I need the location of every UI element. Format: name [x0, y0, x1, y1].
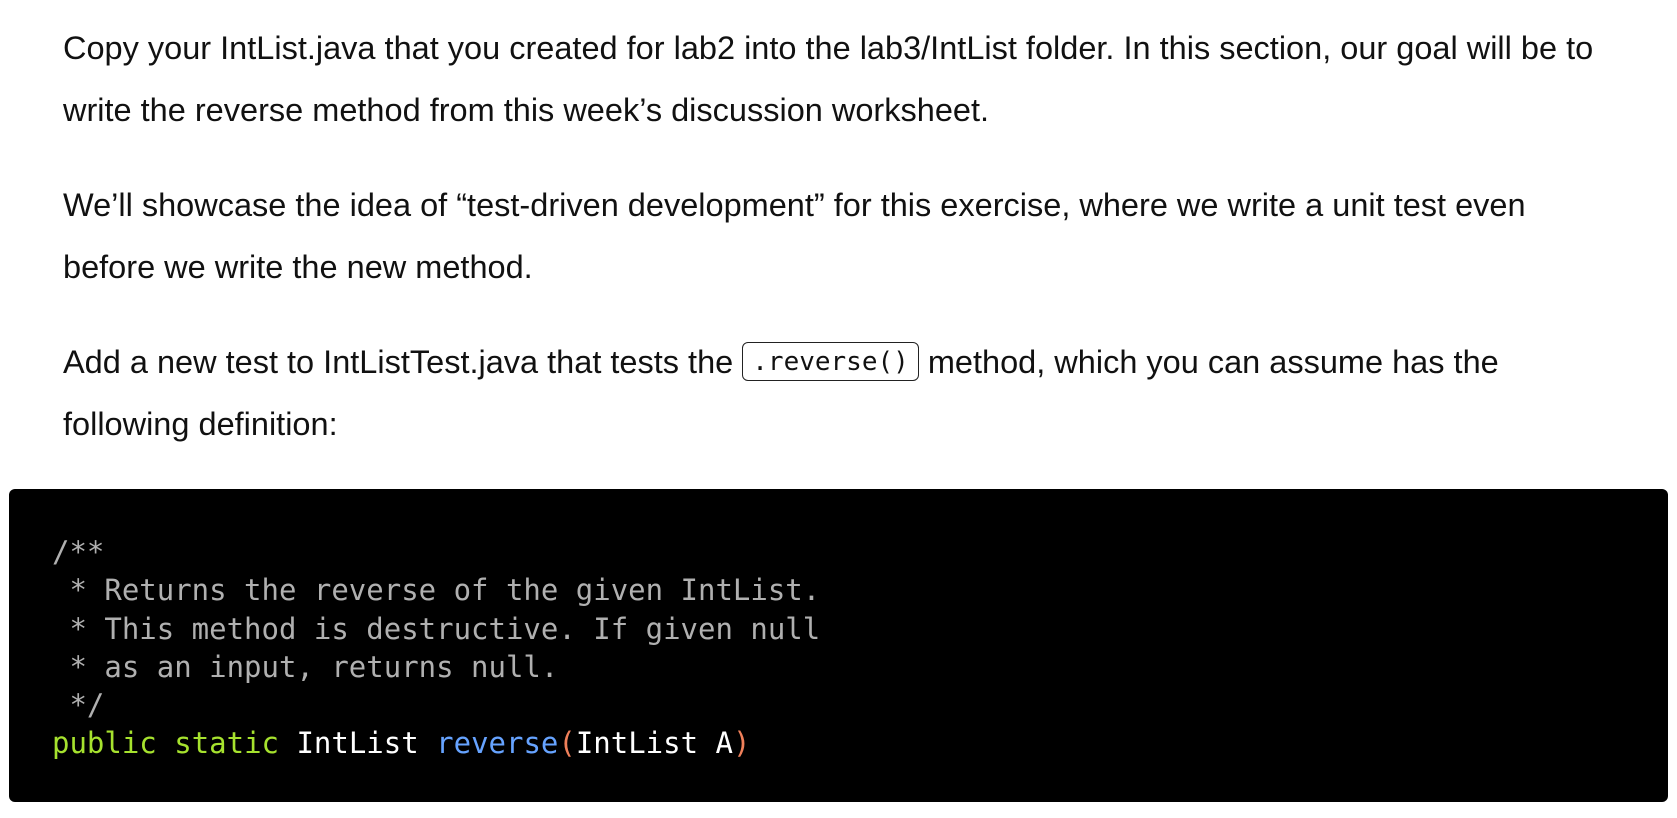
code-return-type: IntList [296, 726, 419, 761]
code-method-name: reverse [436, 726, 559, 761]
code-keyword-public: public [52, 726, 157, 761]
code-open-paren: ( [558, 726, 576, 761]
code-comment-line: /** [52, 535, 105, 569]
document-content: Copy your IntList.java that you created … [0, 0, 1677, 818]
paragraph-copy-intlist: Copy your IntList.java that you created … [63, 30, 1594, 128]
code-block[interactable]: /** * Returns the reverse of the given I… [9, 489, 1668, 802]
paragraph-test-driven: We’ll showcase the idea of “test-driven … [63, 187, 1526, 285]
code-comment-line: * This method is destructive. If given n… [52, 611, 821, 646]
code-param-name: A [715, 726, 733, 761]
code-param-type: IntList [575, 726, 699, 761]
paragraph-add-test: Add a new test to IntListTest.java that … [63, 331, 1623, 455]
code-close-paren: ) [733, 726, 751, 761]
code-comment-line: */ [52, 688, 105, 723]
code-signature-line: public static IntList reverse(IntList A) [52, 724, 1668, 762]
code-comment-line: * as an input, returns null. [52, 649, 559, 684]
code-keyword-static: static [174, 726, 279, 761]
paragraph-add-test-part1: Add a new test to IntListTest.java that … [63, 344, 743, 380]
code-comment-line: * Returns the reverse of the given IntLi… [52, 573, 821, 608]
inline-code-reverse: .reverse() [742, 342, 919, 381]
